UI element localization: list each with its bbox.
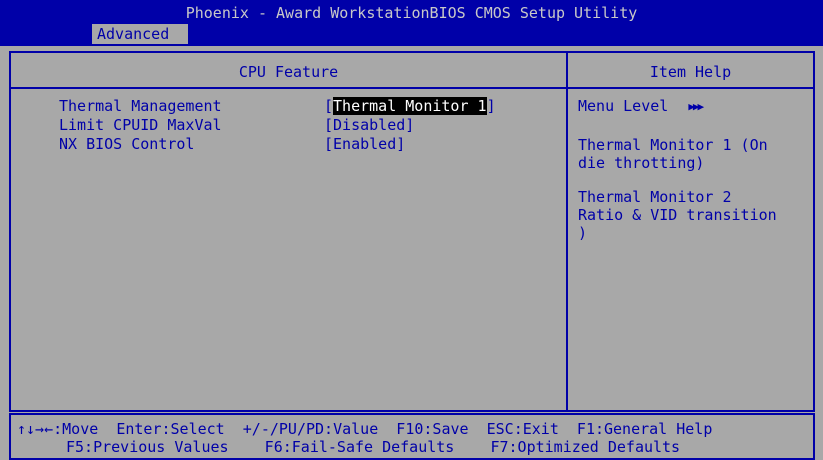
setting-value[interactable]: [Thermal Monitor 1] [324, 97, 496, 116]
footer-keys-line2: F5:Previous Values F6:Fail-Safe Defaults… [66, 438, 681, 456]
app-title: Phoenix - Award WorkstationBIOS CMOS Set… [185, 4, 638, 22]
setting-label: NX BIOS Control [59, 135, 195, 153]
cpu-feature-title: CPU Feature [238, 63, 339, 81]
panel-divider [566, 53, 568, 410]
help-line: Thermal Monitor 1 (On [578, 136, 768, 154]
footer-keys-line1: ↑↓→←:Move Enter:Select +/-/PU/PD:Value F… [17, 420, 713, 438]
help-line: Thermal Monitor 2 [578, 188, 732, 206]
triple-right-arrow-icon: ▶▶▶ [688, 100, 704, 113]
bios-screen: Phoenix - Award WorkstationBIOS CMOS Set… [0, 0, 823, 460]
setting-value[interactable]: [Enabled] [324, 135, 405, 154]
value-text[interactable]: Disabled [333, 116, 405, 134]
help-line: die throtting) [578, 154, 705, 172]
value-text[interactable]: Enabled [333, 135, 396, 153]
setting-label: Thermal Management [59, 97, 222, 115]
selected-value[interactable]: Thermal Monitor 1 [333, 97, 487, 115]
menu-level: Menu Level ▶▶▶ [578, 97, 704, 116]
menu-level-label: Menu Level [578, 97, 669, 115]
tab-advanced[interactable]: Advanced [92, 24, 188, 44]
header-divider [11, 87, 813, 89]
item-help-title: Item Help [649, 63, 732, 81]
setting-label: Limit CPUID MaxVal [59, 116, 222, 134]
setting-value[interactable]: [Disabled] [324, 116, 414, 135]
help-line: ) [578, 224, 588, 242]
setting-row-nx-bios[interactable]: NX BIOS Control [Enabled] [0, 135, 560, 154]
setting-row-limit-cpuid[interactable]: Limit CPUID MaxVal [Disabled] [0, 116, 560, 135]
setting-row-thermal-management[interactable]: Thermal Management [Thermal Monitor 1] [0, 97, 560, 116]
title-bar: Phoenix - Award WorkstationBIOS CMOS Set… [0, 0, 823, 46]
help-line: Ratio & VID transition [578, 206, 777, 224]
